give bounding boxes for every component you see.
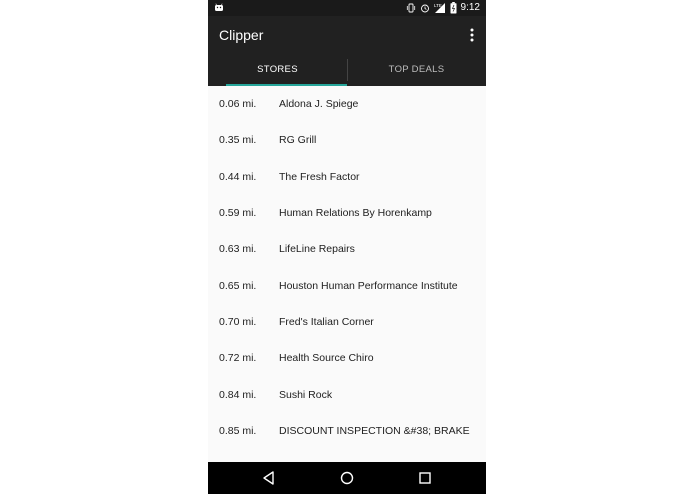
status-icons: LTE 9:12 (406, 1, 480, 15)
tab-stores[interactable]: STORES (208, 54, 347, 86)
store-row[interactable]: 0.85 mi. DISCOUNT INSPECTION &#38; BRAKE (208, 413, 486, 449)
clock-time: 9:12 (460, 2, 480, 13)
app-bar: Clipper (208, 16, 486, 54)
store-name: RG Grill (279, 134, 317, 147)
store-distance: 0.85 mi. (219, 424, 257, 437)
store-name: Houston Human Performance Institute (279, 279, 458, 292)
store-distance: 0.35 mi. (219, 134, 257, 147)
store-row[interactable]: 0.63 mi. LifeLine Repairs (208, 231, 486, 267)
store-row[interactable]: 0.44 mi. The Fresh Factor (208, 159, 486, 195)
app-title: Clipper (219, 27, 264, 43)
store-name: The Fresh Factor (279, 170, 360, 183)
back-icon[interactable] (261, 470, 277, 486)
store-row[interactable]: 0.72 mi. Health Source Chiro (208, 340, 486, 376)
store-distance: 0.84 mi. (219, 388, 257, 401)
store-distance: 0.65 mi. (219, 279, 257, 292)
system-nav-bar (208, 462, 486, 494)
store-row[interactable]: 0.65 mi. Houston Human Performance Insti… (208, 267, 486, 303)
battery-icon (450, 2, 457, 14)
status-bar: LTE 9:12 (208, 0, 486, 16)
store-list: 0.06 mi. Aldona J. Spiege 0.35 mi. RG Gr… (208, 86, 486, 449)
alarm-icon (420, 4, 429, 13)
more-vert-icon[interactable] (468, 26, 476, 44)
tab-top-deals[interactable]: TOP DEALS (347, 54, 486, 86)
store-name: Aldona J. Spiege (279, 98, 359, 111)
store-name: Human Relations By Horenkamp (279, 207, 432, 220)
store-row[interactable]: 0.35 mi. RG Grill (208, 122, 486, 158)
tab-divider (347, 59, 348, 81)
store-distance: 0.72 mi. (219, 352, 257, 365)
store-name: Fred's Italian Corner (279, 315, 374, 328)
phone-screen: LTE 9:12 Clipper STORES TOP DEALS 0.06 m… (208, 0, 486, 494)
store-row[interactable]: 0.06 mi. Aldona J. Spiege (208, 86, 486, 122)
store-distance: 0.63 mi. (219, 243, 257, 256)
vibrate-icon (406, 3, 415, 13)
store-distance: 0.59 mi. (219, 207, 257, 220)
store-distance: 0.70 mi. (219, 315, 257, 328)
store-distance: 0.06 mi. (219, 98, 257, 111)
store-distance: 0.44 mi. (219, 170, 257, 183)
store-name: Health Source Chiro (279, 352, 374, 365)
store-row[interactable]: 0.84 mi. Sushi Rock (208, 376, 486, 412)
store-row[interactable]: 0.59 mi. Human Relations By Horenkamp (208, 195, 486, 231)
android-icon (215, 3, 223, 11)
home-icon[interactable] (339, 470, 355, 486)
svg-text:LTE: LTE (434, 3, 442, 8)
store-name: DISCOUNT INSPECTION &#38; BRAKE (279, 424, 470, 437)
signal-icon: LTE (434, 3, 445, 13)
store-row[interactable]: 0.70 mi. Fred's Italian Corner (208, 304, 486, 340)
recents-icon[interactable] (417, 470, 433, 486)
store-name: LifeLine Repairs (279, 243, 355, 256)
store-name: Sushi Rock (279, 388, 333, 401)
